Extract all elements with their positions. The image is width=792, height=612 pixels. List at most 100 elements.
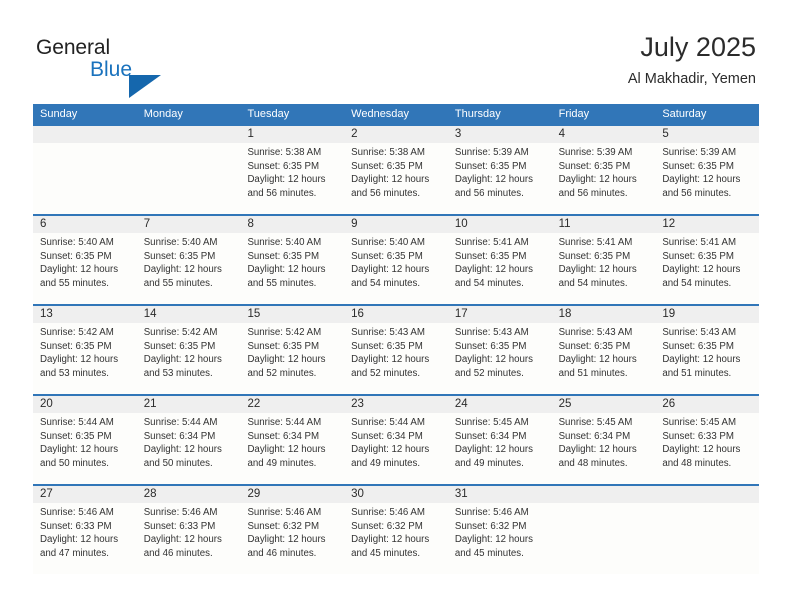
day-number[interactable]: 25 (552, 396, 656, 413)
day-cell[interactable]: Sunrise: 5:46 AM Sunset: 6:33 PM Daylight:… (137, 503, 241, 574)
day-cell[interactable]: Sunrise: 5:43 AM Sunset: 6:35 PM Daylight:… (448, 323, 552, 394)
day-info-line: Sunset: 6:35 PM (40, 340, 112, 352)
day-cell[interactable]: Sunrise: 5:46 AM Sunset: 6:32 PM Daylight:… (344, 503, 448, 574)
day-number[interactable]: 26 (655, 396, 759, 413)
day-cell[interactable]: Sunrise: 5:41 AM Sunset: 6:35 PM Daylight:… (448, 233, 552, 304)
day-cell[interactable]: Sunrise: 5:43 AM Sunset: 6:35 PM Daylight:… (655, 323, 759, 394)
day-info-line: Daylight: 12 hours (40, 444, 119, 456)
day-info-line: and 56 minutes. (247, 187, 317, 199)
day-number[interactable]: 9 (344, 216, 448, 233)
day-cell[interactable]: Sunrise: 5:42 AM Sunset: 6:35 PM Daylight:… (240, 323, 344, 394)
day-number[interactable]: 16 (344, 306, 448, 323)
day-number[interactable]: 5 (655, 126, 759, 143)
day-cell[interactable]: Sunrise: 5:44 AM Sunset: 6:34 PM Daylight:… (137, 413, 241, 484)
day-info-line: and 46 minutes. (143, 547, 213, 559)
day-cell[interactable]: Sunrise: 5:40 AM Sunset: 6:35 PM Daylight:… (240, 233, 344, 304)
day-number[interactable]: 28 (137, 486, 241, 503)
day-info-line: and 50 minutes. (143, 457, 213, 469)
day-number[interactable]: 8 (240, 216, 344, 233)
day-number[interactable]: 21 (137, 396, 241, 413)
day-number[interactable]: 14 (137, 306, 241, 323)
day-info-line: Sunrise: 5:44 AM (351, 417, 425, 428)
day-cell[interactable]: Sunrise: 5:38 AM Sunset: 6:35 PM Daylight:… (240, 143, 344, 214)
day-number-band: 6 7 8 9 10 11 12 (33, 216, 759, 233)
day-info-line: Sunset: 6:32 PM (351, 520, 423, 532)
day-number[interactable]: 22 (240, 396, 344, 413)
day-info-line: Sunrise: 5:41 AM (662, 237, 737, 248)
day-info-line: Sunset: 6:33 PM (40, 520, 112, 532)
day-cell[interactable]: Sunrise: 5:42 AM Sunset: 6:35 PM Daylight:… (137, 323, 241, 394)
day-info-line: Daylight: 12 hours (351, 264, 430, 276)
day-cell[interactable]: Sunrise: 5:46 AM Sunset: 6:32 PM Daylight:… (448, 503, 552, 574)
day-info-line: Daylight: 12 hours (558, 444, 637, 456)
day-info-line: and 52 minutes. (351, 367, 421, 379)
day-number[interactable]: 13 (33, 306, 137, 323)
day-info-line: and 53 minutes. (40, 367, 109, 379)
day-cell[interactable]: Sunrise: 5:39 AM Sunset: 6:35 PM Daylight:… (448, 143, 552, 214)
calendar-week-row: 27 28 29 30 31 Sunrise: 5:46 AM Sunset: 6:33 P… (33, 484, 759, 574)
day-info-line: Sunset: 6:35 PM (40, 430, 112, 442)
day-number[interactable]: 20 (33, 396, 137, 413)
day-info-line: and 52 minutes. (454, 367, 524, 379)
day-number[interactable]: 19 (655, 306, 759, 323)
day-number[interactable]: 6 (33, 216, 137, 233)
day-number[interactable]: 27 (33, 486, 137, 503)
day-number[interactable]: 3 (448, 126, 552, 143)
day-number[interactable]: 1 (240, 126, 344, 143)
day-number[interactable]: 12 (655, 216, 759, 233)
day-info-line: and 53 minutes. (143, 367, 213, 379)
day-info-line: Sunrise: 5:46 AM (454, 507, 529, 518)
day-info-line: Sunrise: 5:39 AM (454, 147, 529, 158)
day-number-empty (137, 126, 241, 143)
day-cell[interactable]: Sunrise: 5:46 AM Sunset: 6:32 PM Daylight:… (240, 503, 344, 574)
day-number[interactable]: 2 (344, 126, 448, 143)
day-number[interactable]: 30 (344, 486, 448, 503)
calendar-week-row: 1 2 3 4 5 Sunrise: 5:38 AM Sunset: 6:35 PM Dayl… (33, 124, 759, 214)
day-info-line: Sunrise: 5:38 AM (351, 147, 425, 158)
day-number[interactable]: 29 (240, 486, 344, 503)
day-cell[interactable]: Sunrise: 5:40 AM Sunset: 6:35 PM Daylight:… (137, 233, 241, 304)
day-cell[interactable]: Sunrise: 5:43 AM Sunset: 6:35 PM Daylight:… (552, 323, 656, 394)
day-cell[interactable]: Sunrise: 5:43 AM Sunset: 6:35 PM Daylight:… (344, 323, 448, 394)
day-cell[interactable]: Sunrise: 5:41 AM Sunset: 6:35 PM Daylight:… (655, 233, 759, 304)
day-info-line: Sunset: 6:34 PM (454, 430, 527, 442)
triangle-mark-icon (129, 75, 161, 98)
day-cell[interactable]: Sunrise: 5:42 AM Sunset: 6:35 PM Daylight:… (33, 323, 137, 394)
day-cell[interactable]: Sunrise: 5:40 AM Sunset: 6:35 PM Daylight:… (344, 233, 448, 304)
day-cell-empty (552, 503, 656, 574)
day-info-line: and 46 minutes. (247, 547, 317, 559)
day-info-line: Sunrise: 5:40 AM (143, 237, 218, 248)
day-number[interactable]: 10 (448, 216, 552, 233)
day-info-line: Sunset: 6:32 PM (454, 520, 527, 532)
day-cell[interactable]: Sunrise: 5:39 AM Sunset: 6:35 PM Daylight:… (655, 143, 759, 214)
day-cell[interactable]: Sunrise: 5:44 AM Sunset: 6:34 PM Daylight:… (240, 413, 344, 484)
day-info-line: Sunset: 6:33 PM (662, 430, 734, 442)
day-info-line: and 56 minutes. (558, 187, 628, 199)
day-number[interactable]: 31 (448, 486, 552, 503)
day-number[interactable]: 23 (344, 396, 448, 413)
day-info-line: Sunrise: 5:46 AM (247, 507, 322, 518)
day-number[interactable]: 17 (448, 306, 552, 323)
day-info-line: Sunset: 6:34 PM (143, 430, 216, 442)
day-number[interactable]: 7 (137, 216, 241, 233)
day-cell[interactable]: Sunrise: 5:40 AM Sunset: 6:35 PM Daylight:… (33, 233, 137, 304)
day-info-line: and 45 minutes. (454, 547, 524, 559)
day-cell[interactable]: Sunrise: 5:44 AM Sunset: 6:35 PM Daylight:… (33, 413, 137, 484)
day-number[interactable]: 11 (552, 216, 656, 233)
day-info-line: Sunset: 6:35 PM (662, 160, 734, 172)
day-cell[interactable]: Sunrise: 5:44 AM Sunset: 6:34 PM Daylight:… (344, 413, 448, 484)
day-info-line: Sunrise: 5:40 AM (40, 237, 114, 248)
day-cell[interactable]: Sunrise: 5:39 AM Sunset: 6:35 PM Daylight:… (552, 143, 656, 214)
day-number-empty (552, 486, 656, 503)
day-cell[interactable]: Sunrise: 5:45 AM Sunset: 6:33 PM Daylight:… (655, 413, 759, 484)
day-number[interactable]: 18 (552, 306, 656, 323)
day-number[interactable]: 4 (552, 126, 656, 143)
day-cell[interactable]: Sunrise: 5:41 AM Sunset: 6:35 PM Daylight:… (552, 233, 656, 304)
brand-logo[interactable]: General Blue (36, 36, 236, 98)
day-cell[interactable]: Sunrise: 5:38 AM Sunset: 6:35 PM Daylight:… (344, 143, 448, 214)
day-cell[interactable]: Sunrise: 5:45 AM Sunset: 6:34 PM Daylight:… (448, 413, 552, 484)
day-cell[interactable]: Sunrise: 5:45 AM Sunset: 6:34 PM Daylight:… (552, 413, 656, 484)
day-cell[interactable]: Sunrise: 5:46 AM Sunset: 6:33 PM Daylight:… (33, 503, 137, 574)
day-number[interactable]: 15 (240, 306, 344, 323)
day-number[interactable]: 24 (448, 396, 552, 413)
